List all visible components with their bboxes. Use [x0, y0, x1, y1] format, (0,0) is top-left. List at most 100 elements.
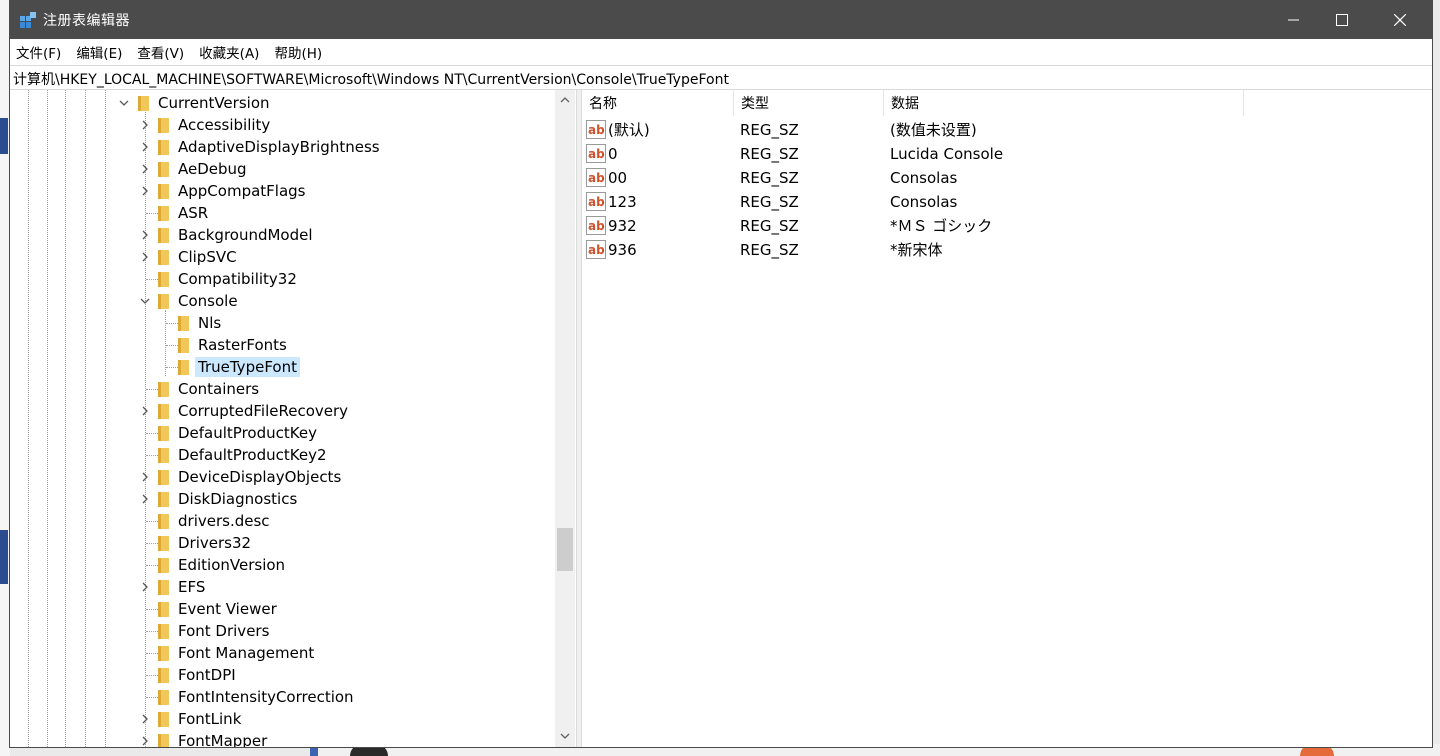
- tree-item[interactable]: Font Drivers: [10, 620, 550, 642]
- chevron-down-icon: [140, 298, 150, 304]
- tree-item[interactable]: Containers: [10, 378, 550, 400]
- chevron-up-icon: [560, 97, 570, 103]
- menu-file[interactable]: 文件(F): [16, 42, 61, 62]
- expand-toggle[interactable]: [139, 114, 151, 136]
- tree-item[interactable]: TrueTypeFont: [10, 356, 550, 378]
- tree-item[interactable]: drivers.desc: [10, 510, 550, 532]
- value-list[interactable]: 名称 类型 数据 ab (默认) REG_SZ (数值未设置) ab 0 REG_SZ Luc…: [582, 90, 1432, 747]
- value-row[interactable]: ab 936 REG_SZ *新宋体: [582, 238, 1432, 262]
- tree-connector: [146, 543, 158, 544]
- expand-toggle[interactable]: [139, 466, 151, 488]
- tree-item[interactable]: Compatibility32: [10, 268, 550, 290]
- tree-item-label: Font Management: [178, 644, 315, 662]
- expand-toggle[interactable]: [139, 576, 151, 598]
- expand-toggle[interactable]: [139, 136, 151, 158]
- value-row[interactable]: ab 00 REG_SZ Consolas: [582, 166, 1432, 190]
- tree-item[interactable]: CorruptedFileRecovery: [10, 400, 550, 422]
- tree-item-label: AeDebug: [178, 160, 247, 178]
- tree-connector: [166, 323, 178, 324]
- tree-item-label: Compatibility32: [178, 270, 297, 288]
- folder-icon: [158, 492, 169, 507]
- tree-item[interactable]: RasterFonts: [10, 334, 550, 356]
- key-tree[interactable]: CurrentVersion Accessibility AdaptiveDispl…: [10, 90, 576, 747]
- title-bar[interactable]: 注册表编辑器: [10, 1, 1432, 39]
- tree-item[interactable]: AppCompatFlags: [10, 180, 550, 202]
- value-type: REG_SZ: [740, 241, 799, 259]
- close-button[interactable]: [1372, 1, 1428, 39]
- tree-connector: [166, 345, 178, 346]
- tree-item[interactable]: Nls: [10, 312, 550, 334]
- tree-item[interactable]: Event Viewer: [10, 598, 550, 620]
- value-data: *ＭＳ ゴシック: [890, 217, 993, 235]
- tree-item-label: Font Drivers: [178, 622, 270, 640]
- tree-item[interactable]: FontMapper: [10, 730, 550, 747]
- tree-connector: [146, 279, 158, 280]
- expand-toggle[interactable]: [139, 224, 151, 246]
- tree-item[interactable]: CurrentVersion: [10, 92, 550, 114]
- background-blue-mark: [0, 118, 8, 154]
- tree-item[interactable]: DefaultProductKey2: [10, 444, 550, 466]
- tree-item[interactable]: FontLink: [10, 708, 550, 730]
- tree-item[interactable]: FontIntensityCorrection: [10, 686, 550, 708]
- value-name: 936: [608, 241, 637, 259]
- tree-item[interactable]: EFS: [10, 576, 550, 598]
- tree-connector: [146, 521, 158, 522]
- expand-toggle[interactable]: [139, 488, 151, 510]
- tree-item-label: Accessibility: [178, 116, 271, 134]
- value-data: (数值未设置): [890, 121, 977, 139]
- menu-help[interactable]: 帮助(H): [274, 42, 322, 62]
- menu-view[interactable]: 查看(V): [137, 42, 184, 62]
- value-row[interactable]: ab 0 REG_SZ Lucida Console: [582, 142, 1432, 166]
- expand-toggle[interactable]: [139, 246, 151, 268]
- folder-icon: [158, 580, 169, 595]
- chevron-right-icon: [142, 582, 148, 592]
- svg-text:ab: ab: [588, 171, 605, 185]
- tree-item[interactable]: AeDebug: [10, 158, 550, 180]
- chevron-right-icon: [142, 736, 148, 746]
- address-bar[interactable]: 计算机\HKEY_LOCAL_MACHINE\SOFTWARE\Microsof…: [10, 65, 1432, 90]
- expand-toggle[interactable]: [139, 708, 151, 730]
- tree-connector: [146, 675, 158, 676]
- tree-item[interactable]: AdaptiveDisplayBrightness: [10, 136, 550, 158]
- chevron-down-icon: [119, 100, 129, 106]
- tree-item[interactable]: Accessibility: [10, 114, 550, 136]
- tree-item-label: ASR: [178, 204, 209, 222]
- value-name: 123: [608, 193, 637, 211]
- address-path[interactable]: 计算机\HKEY_LOCAL_MACHINE\SOFTWARE\Microsof…: [13, 69, 729, 89]
- tree-item[interactable]: BackgroundModel: [10, 224, 550, 246]
- tree-item-label: AdaptiveDisplayBrightness: [178, 138, 380, 156]
- column-header-data[interactable]: 数据: [884, 90, 1244, 116]
- expand-toggle[interactable]: [139, 400, 151, 422]
- menu-edit[interactable]: 编辑(E): [76, 42, 122, 62]
- scroll-up-button[interactable]: [555, 90, 575, 110]
- maximize-button[interactable]: [1314, 1, 1370, 39]
- value-row[interactable]: ab 123 REG_SZ Consolas: [582, 190, 1432, 214]
- tree-item[interactable]: Font Management: [10, 642, 550, 664]
- tree-scrollbar[interactable]: [555, 90, 575, 747]
- expand-toggle[interactable]: [139, 180, 151, 202]
- expand-toggle[interactable]: [139, 730, 151, 747]
- tree-item[interactable]: DefaultProductKey: [10, 422, 550, 444]
- tree-item[interactable]: DeviceDisplayObjects: [10, 466, 550, 488]
- tree-item[interactable]: DiskDiagnostics: [10, 488, 550, 510]
- collapse-toggle[interactable]: [118, 92, 130, 114]
- column-header-name[interactable]: 名称: [582, 90, 734, 116]
- value-row[interactable]: ab (默认) REG_SZ (数值未设置): [582, 118, 1432, 142]
- menu-favorites[interactable]: 收藏夹(A): [199, 42, 259, 62]
- tree-item[interactable]: EditionVersion: [10, 554, 550, 576]
- tree-item[interactable]: FontDPI: [10, 664, 550, 686]
- expand-toggle[interactable]: [139, 158, 151, 180]
- tree-item[interactable]: ASR: [10, 202, 550, 224]
- folder-icon: [158, 140, 169, 155]
- tree-item[interactable]: ClipSVC: [10, 246, 550, 268]
- tree-item[interactable]: Console: [10, 290, 550, 312]
- folder-icon: [138, 96, 149, 111]
- scroll-thumb[interactable]: [557, 528, 573, 571]
- collapse-toggle[interactable]: [139, 290, 151, 312]
- close-icon: [1394, 14, 1406, 26]
- tree-item[interactable]: Drivers32: [10, 532, 550, 554]
- scroll-down-button[interactable]: [555, 726, 575, 746]
- tree-item-label: DefaultProductKey2: [178, 446, 327, 464]
- value-row[interactable]: ab 932 REG_SZ *ＭＳ ゴシック: [582, 214, 1432, 238]
- column-header-type[interactable]: 类型: [734, 90, 884, 116]
